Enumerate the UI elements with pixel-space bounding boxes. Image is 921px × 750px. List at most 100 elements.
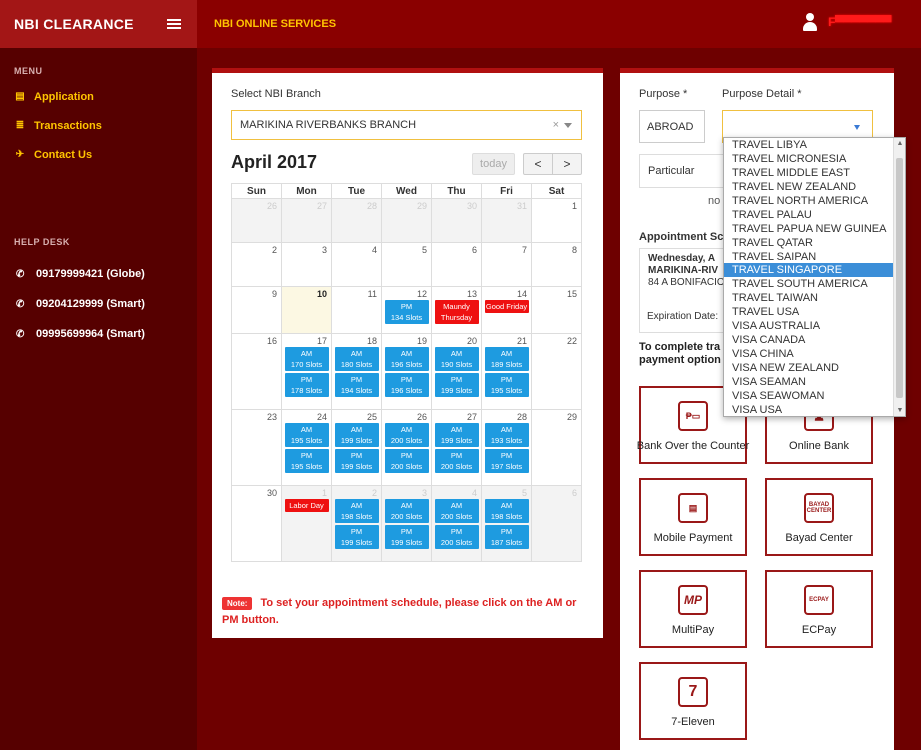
pm-slot-button[interactable]: PM 194 Slots xyxy=(334,373,379,397)
branch-select[interactable]: MARIKINA RIVERBANKS BRANCH × xyxy=(231,110,582,140)
purpose-detail-option[interactable]: VISA SEAMAN xyxy=(724,375,893,389)
purpose-detail-option[interactable]: VISA CANADA xyxy=(724,333,893,347)
scrollbar-thumb[interactable] xyxy=(896,158,903,398)
pm-slot-button[interactable]: PM 197 Slots xyxy=(484,449,529,473)
scroll-up-icon[interactable]: ▲ xyxy=(894,140,905,147)
expiration-date-label: Expiration Date: xyxy=(647,311,719,322)
am-slot-button[interactable]: AM 170 Slots xyxy=(284,347,329,371)
pm-slot-button[interactable]: PM 199 Slots xyxy=(334,525,379,549)
helpdesk-phone-number: 09995699964 (Smart) xyxy=(36,328,145,340)
purpose-select[interactable]: ABROAD xyxy=(639,110,705,143)
day-number: 14 xyxy=(516,289,527,299)
pm-slot-button[interactable]: PM 134 Slots xyxy=(384,300,429,324)
am-slot-button[interactable]: AM 200 Slots xyxy=(384,423,429,447)
purpose-detail-option[interactable]: VISA NEW ZEALAND xyxy=(724,361,893,375)
calendar-day-cell: 1 xyxy=(531,198,582,243)
pm-slot-button[interactable]: PM 196 Slots xyxy=(384,373,429,397)
payment-option-mobile-payment[interactable]: ▤ Mobile Payment xyxy=(639,478,747,556)
pm-slot-button[interactable]: PM 200 Slots xyxy=(434,449,479,473)
purpose-detail-option[interactable]: TRAVEL PALAU xyxy=(724,208,893,222)
am-slot-button[interactable]: AM 180 Slots xyxy=(334,347,379,371)
helpdesk-phone-number: 09204129999 (Smart) xyxy=(36,298,145,310)
payment-option-ecpay[interactable]: ECPAY ECPay xyxy=(765,570,873,648)
purpose-detail-dropdown[interactable]: TRAVEL LIBYA TRAVEL MICRONESIA TRAVEL MIDD… xyxy=(723,137,906,417)
calendar-week-row: 16 17 AM 170 Slots PM 178 Slots 18 AM 180 Slots P… xyxy=(231,333,582,410)
clear-icon[interactable]: × xyxy=(553,119,559,131)
pm-slot-button[interactable]: PM 199 Slots xyxy=(434,373,479,397)
purpose-detail-option[interactable]: VISA AUSTRALIA xyxy=(724,319,893,333)
am-slot-button[interactable]: AM 199 Slots xyxy=(434,423,479,447)
am-slot-button[interactable]: AM 195 Slots xyxy=(284,423,329,447)
calendar-day-cell: 18 AM 180 Slots PM 194 Slots xyxy=(331,333,382,410)
payment-option-multipay[interactable]: MP MultiPay xyxy=(639,570,747,648)
purpose-detail-option[interactable]: VISA SEAWOMAN xyxy=(724,389,893,403)
helpdesk-phone: ✆ 09204129999 (Smart) xyxy=(0,289,197,319)
purpose-detail-option[interactable]: TRAVEL MICRONESIA xyxy=(724,152,893,166)
purpose-detail-option[interactable]: TRAVEL SAIPAN xyxy=(724,250,893,264)
appointment-address: 84 A BONIFACIO xyxy=(648,277,725,288)
payment-option-label: Mobile Payment xyxy=(653,532,733,544)
purpose-detail-option[interactable]: TRAVEL TAIWAN xyxy=(724,291,893,305)
slot-period: PM xyxy=(300,375,313,384)
user-icon xyxy=(802,12,818,32)
pm-slot-button[interactable]: PM 199 Slots xyxy=(384,525,429,549)
payment-option-seven-eleven[interactable]: 7 7-Eleven xyxy=(639,662,747,740)
am-slot-button[interactable]: AM 198 Slots xyxy=(484,499,529,523)
purpose-detail-option[interactable]: TRAVEL LIBYA xyxy=(724,138,893,152)
dropdown-scrollbar[interactable]: ▲ ▼ xyxy=(893,138,905,416)
purpose-detail-option[interactable]: TRAVEL SOUTH AMERICA xyxy=(724,277,893,291)
am-slot-button[interactable]: AM 196 Slots xyxy=(384,347,429,371)
am-slot-button[interactable]: AM 200 Slots xyxy=(434,499,479,523)
document-icon: ▤ xyxy=(15,91,25,102)
slot-count: 199 Slots xyxy=(340,462,373,471)
purpose-detail-option[interactable]: TRAVEL MIDDLE EAST xyxy=(724,166,893,180)
day-number: 25 xyxy=(366,412,377,422)
am-slot-button[interactable]: AM 193 Slots xyxy=(484,423,529,447)
am-slot-button[interactable]: AM 200 Slots xyxy=(384,499,429,523)
calendar-day-cell: 3 AM 200 Slots PM 199 Slots xyxy=(381,485,432,562)
menu-toggle-icon[interactable] xyxy=(167,19,181,29)
slot-count: 200 Slots xyxy=(440,512,473,521)
payment-option-bayad-center[interactable]: BAYAD CENTER Bayad Center xyxy=(765,478,873,556)
purpose-detail-option[interactable]: TRAVEL USA xyxy=(724,305,893,319)
user-menu[interactable]: F▀▀▀▀▀▀▀ xyxy=(802,12,891,32)
purpose-detail-option[interactable]: VISA USA xyxy=(724,403,893,416)
day-number: 3 xyxy=(321,245,327,255)
pm-slot-button[interactable]: PM 200 Slots xyxy=(384,449,429,473)
purpose-detail-option[interactable]: VISA CHINA xyxy=(724,347,893,361)
next-month-button[interactable]: > xyxy=(552,153,582,175)
day-number: 28 xyxy=(366,201,377,211)
purpose-detail-option[interactable]: TRAVEL NEW ZEALAND xyxy=(724,180,893,194)
pm-slot-button[interactable]: PM 195 Slots xyxy=(284,449,329,473)
pm-slot-button[interactable]: PM 199 Slots xyxy=(334,449,379,473)
slot-period: PM xyxy=(450,451,463,460)
sidebar-item-contact-us[interactable]: ✈ Contact Us xyxy=(0,140,197,169)
calendar-day-cell: 10 xyxy=(281,286,332,334)
pm-slot-button[interactable]: PM 187 Slots xyxy=(484,525,529,549)
am-slot-button[interactable]: AM 199 Slots xyxy=(334,423,379,447)
day-number: 19 xyxy=(416,336,427,346)
calendar-day-cell: 1 Labor Day xyxy=(281,485,332,562)
particular-label: Particular xyxy=(648,165,695,177)
pm-slot-button[interactable]: PM 200 Slots xyxy=(434,525,479,549)
today-button[interactable]: today xyxy=(472,153,515,175)
am-slot-button[interactable]: AM 189 Slots xyxy=(484,347,529,371)
am-slot-button[interactable]: AM 190 Slots xyxy=(434,347,479,371)
calendar-week-row: 26 27 28 29 30 31 1 xyxy=(231,198,582,243)
scroll-down-icon[interactable]: ▼ xyxy=(894,407,905,414)
prev-month-button[interactable]: < xyxy=(523,153,553,175)
slot-count: 194 Slots xyxy=(340,386,373,395)
purpose-detail-option[interactable]: TRAVEL NORTH AMERICA xyxy=(724,194,893,208)
pm-slot-button[interactable]: PM 195 Slots xyxy=(484,373,529,397)
calendar-day-cell: 15 xyxy=(531,286,582,334)
sidebar-item-application[interactable]: ▤ Application xyxy=(0,82,197,111)
calendar-day-cell: 6 xyxy=(431,242,482,287)
purpose-detail-option[interactable]: TRAVEL QATAR xyxy=(724,236,893,250)
purpose-detail-option[interactable]: TRAVEL SINGAPORE xyxy=(724,263,893,278)
sidebar-item-transactions[interactable]: ≣ Transactions xyxy=(0,111,197,140)
pm-slot-button[interactable]: PM 178 Slots xyxy=(284,373,329,397)
calendar-day-cell: 21 AM 189 Slots PM 195 Slots xyxy=(481,333,532,410)
purpose-detail-option[interactable]: TRAVEL PAPUA NEW GUINEA xyxy=(724,222,893,236)
day-number: 21 xyxy=(516,336,527,346)
am-slot-button[interactable]: AM 198 Slots xyxy=(334,499,379,523)
